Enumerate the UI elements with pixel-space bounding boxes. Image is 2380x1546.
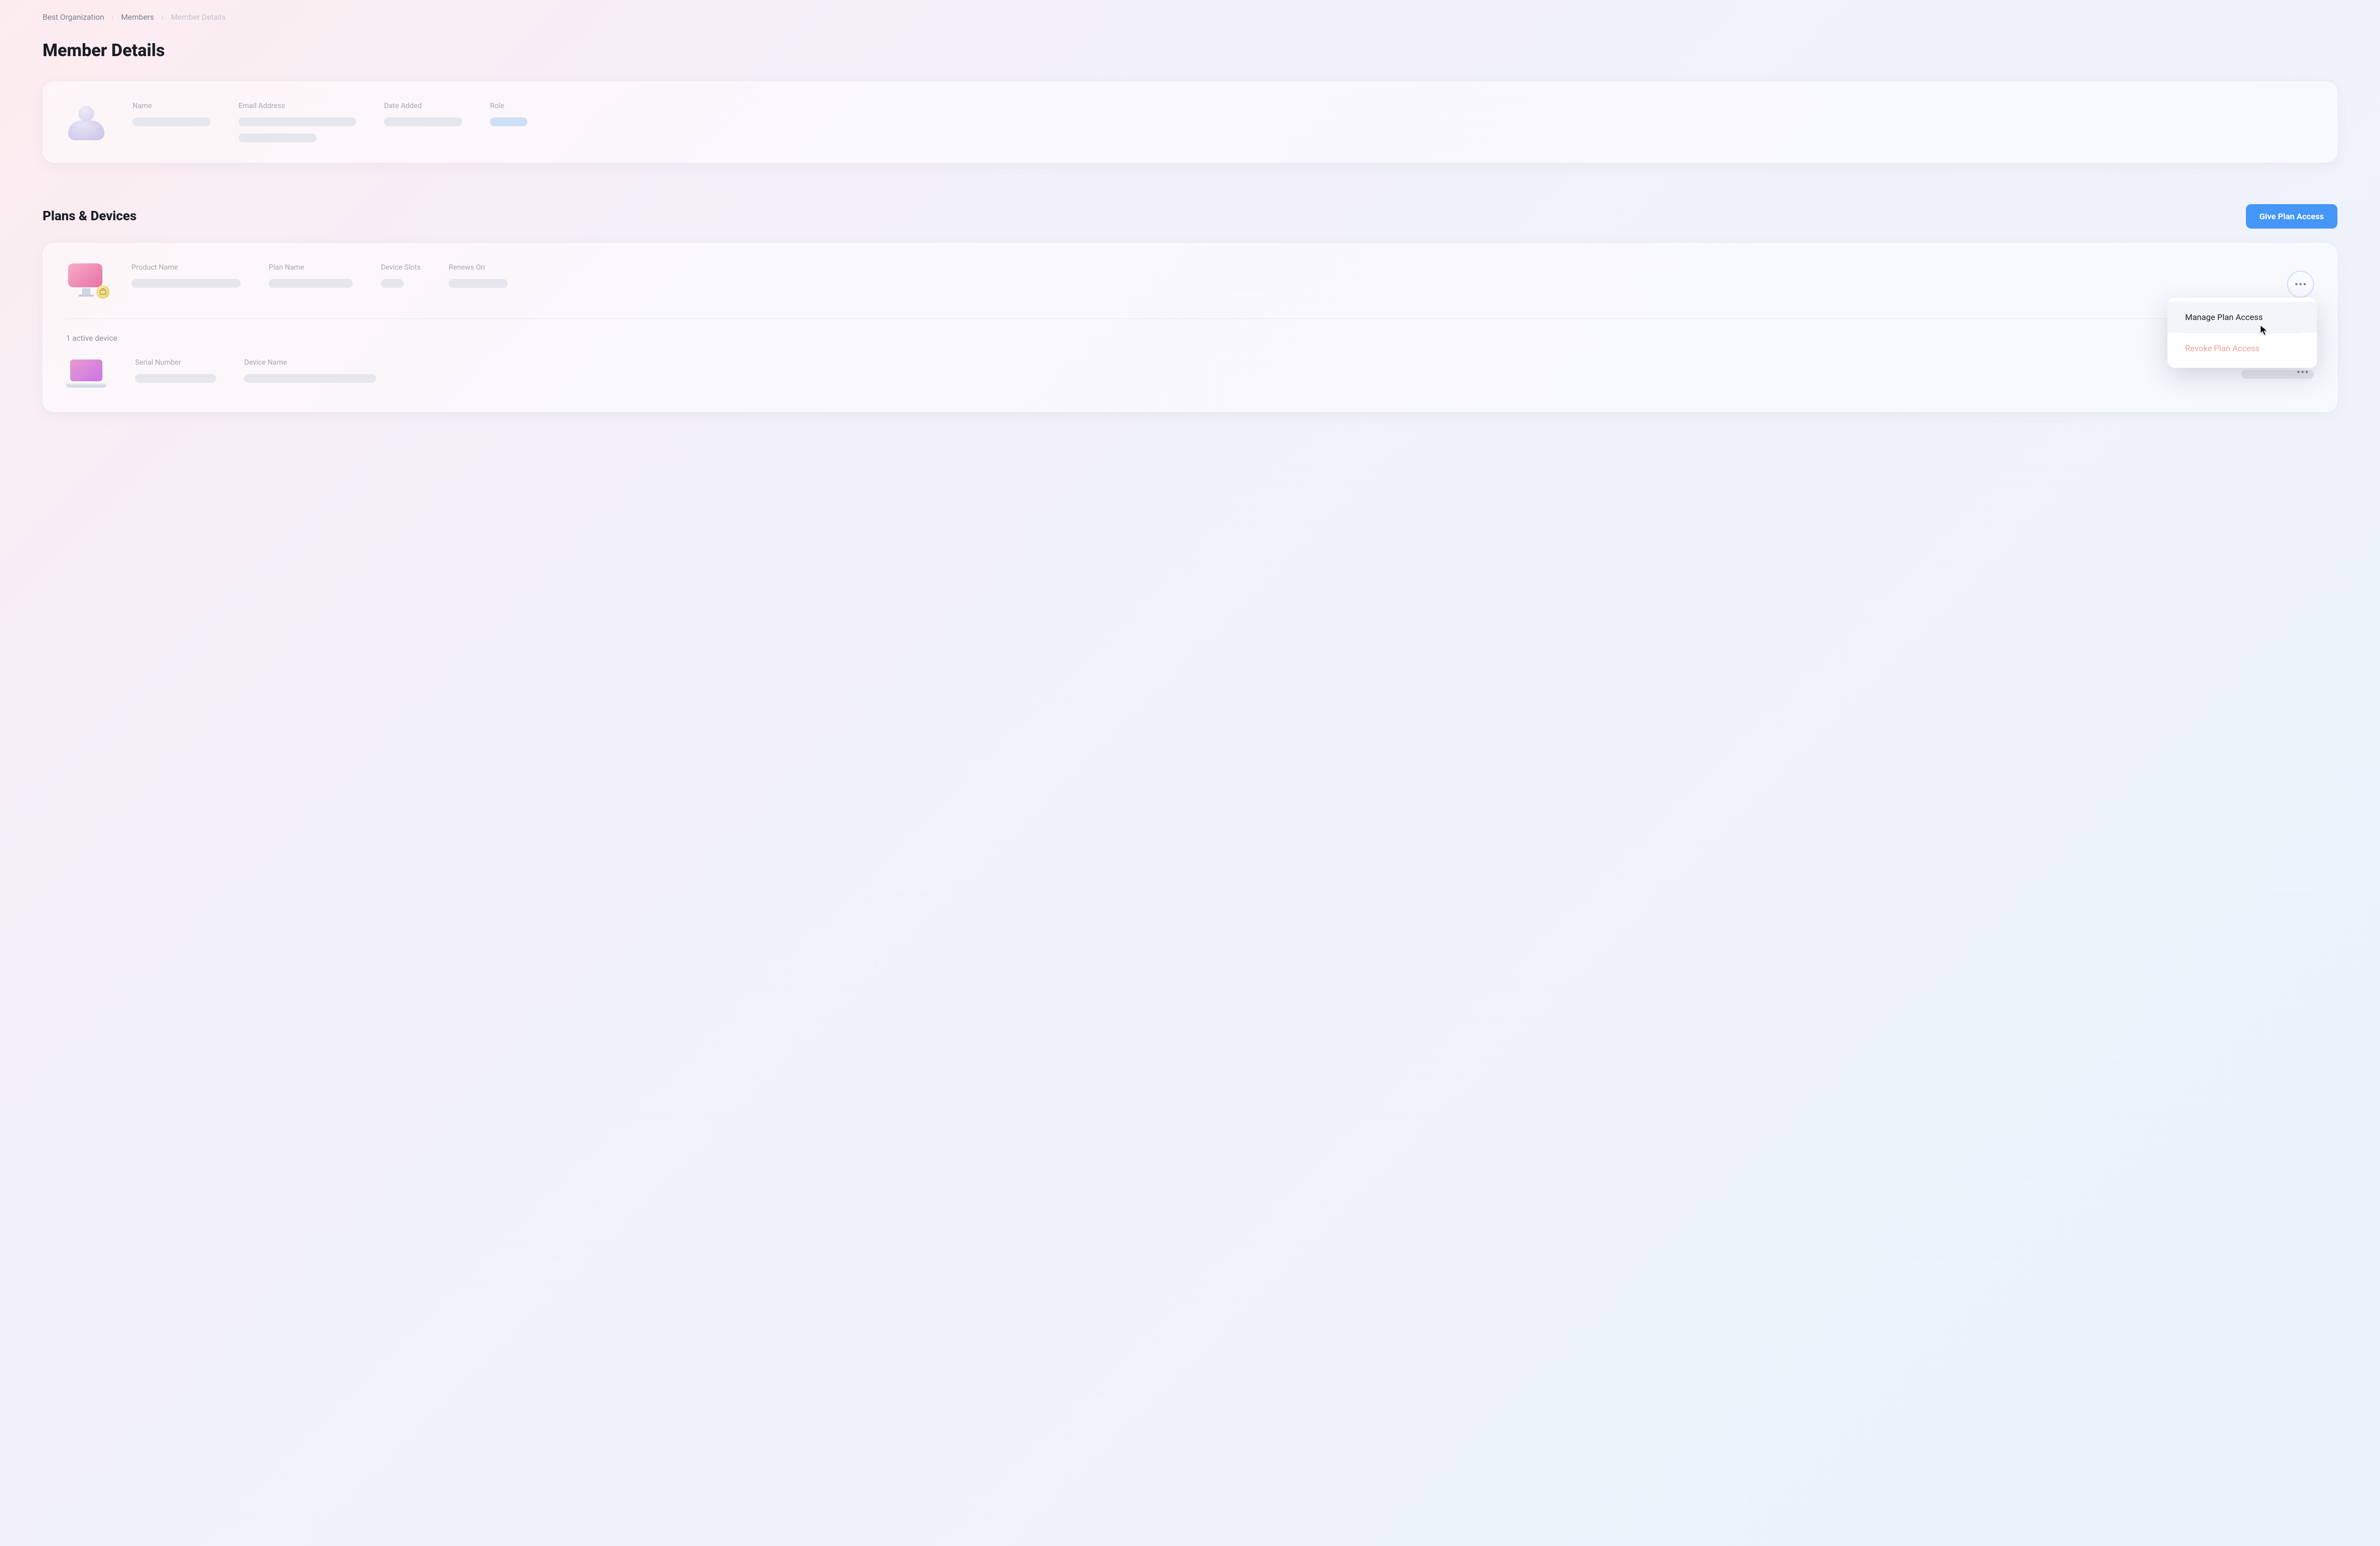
device-slots-label: Device Slots xyxy=(381,263,420,272)
email-value-skeleton-2 xyxy=(239,134,316,142)
page-title: Member Details xyxy=(43,41,2337,61)
breadcrumb-current: Member Details xyxy=(171,12,226,22)
divider xyxy=(66,318,2314,319)
breadcrumb: Best Organization › Members › Member Det… xyxy=(43,12,2337,22)
device-slots-skeleton xyxy=(381,279,404,288)
manage-plan-access-item[interactable]: Manage Plan Access xyxy=(2167,302,2317,332)
active-device-count: 1 active device xyxy=(66,334,2314,343)
device-name-skeleton xyxy=(244,374,376,383)
desktop-icon xyxy=(66,263,107,296)
product-name-skeleton xyxy=(131,279,241,288)
cursor-icon xyxy=(2260,325,2269,338)
breadcrumb-org[interactable]: Best Organization xyxy=(43,12,104,22)
laptop-icon xyxy=(66,358,107,388)
plans-devices-title: Plans & Devices xyxy=(43,209,137,224)
device-name-label: Device Name xyxy=(244,358,376,367)
date-added-skeleton xyxy=(384,117,462,126)
device-more-button[interactable] xyxy=(2297,371,2308,373)
briefcase-badge-icon xyxy=(96,285,110,299)
chevron-right-icon: › xyxy=(161,12,164,22)
give-plan-access-button[interactable]: Give Plan Access xyxy=(2246,204,2337,229)
plan-name-skeleton xyxy=(269,279,353,288)
plan-card: Product Name Plan Name Device Slots Rene… xyxy=(43,243,2337,412)
revoke-plan-access-item[interactable]: Revoke Plan Access xyxy=(2167,333,2317,364)
ellipsis-icon xyxy=(2295,283,2306,285)
role-badge-skeleton xyxy=(490,117,527,126)
date-added-label: Date Added xyxy=(384,102,462,110)
serial-number-skeleton xyxy=(135,374,216,383)
product-name-label: Product Name xyxy=(131,263,241,272)
role-label: Role xyxy=(490,102,527,110)
name-value-skeleton xyxy=(133,117,210,126)
breadcrumb-members[interactable]: Members xyxy=(121,12,154,22)
plan-name-label: Plan Name xyxy=(269,263,353,272)
renews-on-label: Renews On xyxy=(448,263,508,272)
chevron-right-icon: › xyxy=(111,12,114,22)
email-label: Email Address xyxy=(239,102,356,110)
serial-number-label: Serial Number xyxy=(135,358,216,367)
plan-actions-menu: Manage Plan Access Revoke Plan Access xyxy=(2167,298,2317,368)
avatar-icon xyxy=(66,102,107,142)
member-details-card: Name Email Address Date Added Role xyxy=(43,82,2337,163)
ellipsis-icon xyxy=(2297,371,2308,373)
name-label: Name xyxy=(133,102,210,110)
renews-on-skeleton xyxy=(448,279,508,288)
email-value-skeleton xyxy=(239,117,356,126)
plan-more-button[interactable] xyxy=(2287,271,2314,298)
